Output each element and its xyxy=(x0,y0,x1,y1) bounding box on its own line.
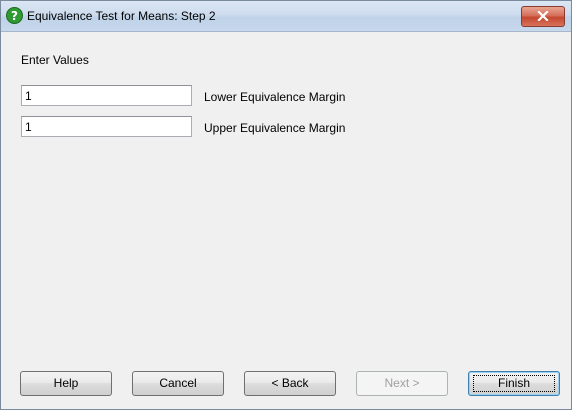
close-button[interactable] xyxy=(521,6,565,27)
help-question-icon: ? xyxy=(6,7,23,24)
window-title: Equivalence Test for Means: Step 2 xyxy=(27,9,216,23)
upper-margin-input[interactable] xyxy=(21,116,192,137)
finish-button-label: Finish xyxy=(497,376,530,390)
svg-text:?: ? xyxy=(11,9,18,23)
back-button[interactable]: < Back xyxy=(244,371,336,396)
title-bar[interactable]: ? Equivalence Test for Means: Step 2 xyxy=(1,1,571,32)
back-button-label: < Back xyxy=(271,376,309,390)
cancel-button[interactable]: Cancel xyxy=(132,371,224,396)
dialog-window: ? Equivalence Test for Means: Step 2 Ent… xyxy=(0,0,572,410)
finish-button[interactable]: Finish xyxy=(468,371,560,396)
next-button-label: Next > xyxy=(384,376,420,390)
cancel-button-label: Cancel xyxy=(159,376,197,390)
lower-margin-input[interactable] xyxy=(21,85,192,106)
upper-margin-label: Upper Equivalence Margin xyxy=(204,121,346,135)
help-button-label: Help xyxy=(53,376,79,390)
enter-values-label: Enter Values xyxy=(21,53,89,67)
lower-margin-label: Lower Equivalence Margin xyxy=(204,90,346,104)
help-button[interactable]: Help xyxy=(20,371,112,396)
next-button[interactable]: Next > xyxy=(356,371,448,396)
